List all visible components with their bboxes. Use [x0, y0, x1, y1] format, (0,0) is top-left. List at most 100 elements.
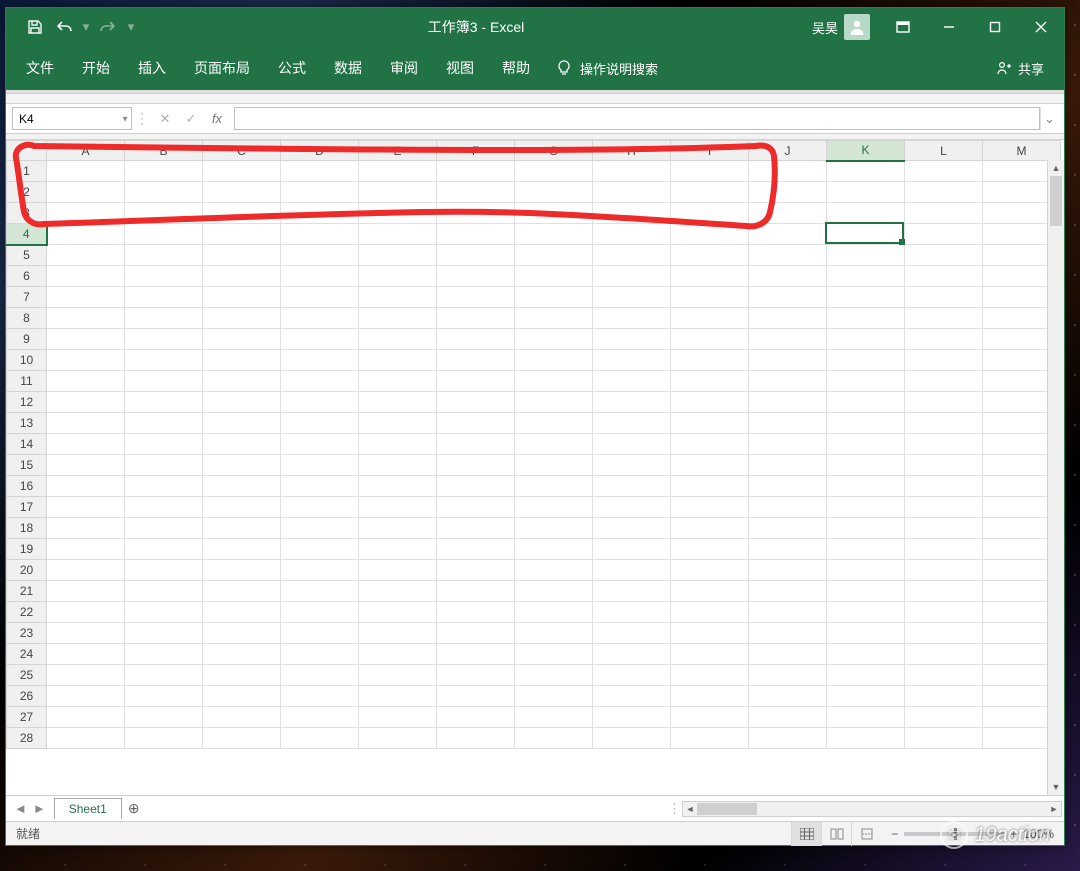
cell-D8[interactable]	[281, 308, 359, 329]
cell-K6[interactable]	[827, 266, 905, 287]
cell-J18[interactable]	[749, 518, 827, 539]
cell-G18[interactable]	[515, 518, 593, 539]
row-header-8[interactable]: 8	[7, 308, 47, 329]
cell-K26[interactable]	[827, 686, 905, 707]
cell-I15[interactable]	[671, 455, 749, 476]
cell-H23[interactable]	[593, 623, 671, 644]
cell-A22[interactable]	[47, 602, 125, 623]
cell-I22[interactable]	[671, 602, 749, 623]
user-avatar[interactable]	[844, 14, 870, 40]
cell-G19[interactable]	[515, 539, 593, 560]
cell-I8[interactable]	[671, 308, 749, 329]
cell-F1[interactable]	[437, 161, 515, 182]
row-header-16[interactable]: 16	[7, 476, 47, 497]
cell-D21[interactable]	[281, 581, 359, 602]
cell-L28[interactable]	[905, 728, 983, 749]
cell-D6[interactable]	[281, 266, 359, 287]
tab-home[interactable]: 开始	[68, 46, 124, 90]
cell-G8[interactable]	[515, 308, 593, 329]
col-header-H[interactable]: H	[593, 141, 671, 161]
cell-C7[interactable]	[203, 287, 281, 308]
cell-C10[interactable]	[203, 350, 281, 371]
redo-button[interactable]	[92, 8, 122, 46]
cell-G22[interactable]	[515, 602, 593, 623]
row-header-19[interactable]: 19	[7, 539, 47, 560]
tab-insert[interactable]: 插入	[124, 46, 180, 90]
cell-J7[interactable]	[749, 287, 827, 308]
cell-B1[interactable]	[125, 161, 203, 182]
cell-K23[interactable]	[827, 623, 905, 644]
cell-F7[interactable]	[437, 287, 515, 308]
cell-G4[interactable]	[515, 224, 593, 245]
cell-H21[interactable]	[593, 581, 671, 602]
minimize-button[interactable]	[926, 8, 972, 46]
cell-B7[interactable]	[125, 287, 203, 308]
cell-A10[interactable]	[47, 350, 125, 371]
tab-file[interactable]: 文件	[12, 46, 68, 90]
cell-G9[interactable]	[515, 329, 593, 350]
row-header-21[interactable]: 21	[7, 581, 47, 602]
cell-C15[interactable]	[203, 455, 281, 476]
col-header-L[interactable]: L	[905, 141, 983, 161]
cell-I18[interactable]	[671, 518, 749, 539]
cell-D4[interactable]	[281, 224, 359, 245]
cell-G17[interactable]	[515, 497, 593, 518]
cell-G28[interactable]	[515, 728, 593, 749]
cell-E2[interactable]	[359, 182, 437, 203]
cell-K28[interactable]	[827, 728, 905, 749]
tab-review[interactable]: 审阅	[376, 46, 432, 90]
cell-H12[interactable]	[593, 392, 671, 413]
cell-E4[interactable]	[359, 224, 437, 245]
cell-K22[interactable]	[827, 602, 905, 623]
cell-E11[interactable]	[359, 371, 437, 392]
cell-G27[interactable]	[515, 707, 593, 728]
cell-L3[interactable]	[905, 203, 983, 224]
cell-G21[interactable]	[515, 581, 593, 602]
cell-J8[interactable]	[749, 308, 827, 329]
cell-J12[interactable]	[749, 392, 827, 413]
cell-H16[interactable]	[593, 476, 671, 497]
chevron-down-icon[interactable]: ▼	[121, 114, 129, 123]
cell-L14[interactable]	[905, 434, 983, 455]
cell-F6[interactable]	[437, 266, 515, 287]
cell-D13[interactable]	[281, 413, 359, 434]
cell-B18[interactable]	[125, 518, 203, 539]
cell-F9[interactable]	[437, 329, 515, 350]
scroll-up-arrow[interactable]: ▲	[1048, 160, 1064, 176]
cell-E18[interactable]	[359, 518, 437, 539]
cell-H19[interactable]	[593, 539, 671, 560]
cell-G20[interactable]	[515, 560, 593, 581]
cell-E6[interactable]	[359, 266, 437, 287]
cell-G1[interactable]	[515, 161, 593, 182]
cell-E27[interactable]	[359, 707, 437, 728]
cell-J3[interactable]	[749, 203, 827, 224]
cell-K3[interactable]	[827, 203, 905, 224]
cell-B25[interactable]	[125, 665, 203, 686]
enter-formula-button[interactable]: ✓	[178, 104, 204, 133]
cell-J22[interactable]	[749, 602, 827, 623]
row-header-10[interactable]: 10	[7, 350, 47, 371]
cell-J11[interactable]	[749, 371, 827, 392]
cell-D12[interactable]	[281, 392, 359, 413]
cell-F19[interactable]	[437, 539, 515, 560]
cell-D1[interactable]	[281, 161, 359, 182]
cell-F15[interactable]	[437, 455, 515, 476]
cell-A5[interactable]	[47, 245, 125, 266]
cell-J20[interactable]	[749, 560, 827, 581]
cell-A23[interactable]	[47, 623, 125, 644]
cell-H22[interactable]	[593, 602, 671, 623]
cell-I28[interactable]	[671, 728, 749, 749]
cell-H8[interactable]	[593, 308, 671, 329]
cell-C21[interactable]	[203, 581, 281, 602]
cell-E12[interactable]	[359, 392, 437, 413]
cell-F10[interactable]	[437, 350, 515, 371]
cell-E8[interactable]	[359, 308, 437, 329]
cell-D20[interactable]	[281, 560, 359, 581]
cell-E20[interactable]	[359, 560, 437, 581]
cell-E19[interactable]	[359, 539, 437, 560]
cell-K13[interactable]	[827, 413, 905, 434]
cell-E1[interactable]	[359, 161, 437, 182]
user-name[interactable]: 吴昊	[812, 18, 844, 37]
cell-H24[interactable]	[593, 644, 671, 665]
cell-B23[interactable]	[125, 623, 203, 644]
